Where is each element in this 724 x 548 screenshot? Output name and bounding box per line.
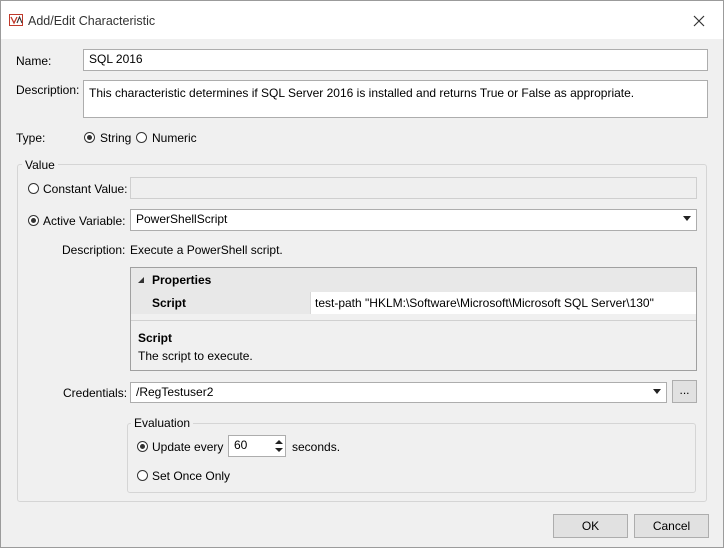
collapse-triangle-icon[interactable] xyxy=(137,276,145,284)
update-every-radio[interactable] xyxy=(137,441,148,452)
browse-credentials-button[interactable]: ... xyxy=(672,380,697,403)
stepper-arrows-icon[interactable] xyxy=(275,439,283,453)
name-input[interactable]: SQL 2016 xyxy=(83,49,708,71)
help-title: Script xyxy=(138,331,173,345)
chevron-down-icon xyxy=(683,216,691,221)
chevron-down-icon xyxy=(653,389,661,394)
active-variable-radio[interactable] xyxy=(28,215,39,226)
interval-value: 60 xyxy=(234,438,248,452)
ok-button[interactable]: OK xyxy=(553,514,628,538)
variable-description-label: Description: xyxy=(62,243,126,257)
type-numeric-label: Numeric xyxy=(152,131,197,145)
app-icon xyxy=(9,14,23,26)
update-every-label: Update every xyxy=(152,440,224,454)
seconds-label: seconds. xyxy=(292,440,341,454)
property-row-script[interactable]: Script test-path "HKLM:\Software\Microso… xyxy=(131,292,696,314)
active-variable-value: PowerShellScript xyxy=(136,212,228,226)
property-category-label: Properties xyxy=(152,273,212,287)
cancel-button[interactable]: Cancel xyxy=(634,514,709,538)
constant-value-radio[interactable] xyxy=(28,183,39,194)
description-input[interactable]: This characteristic determines if SQL Se… xyxy=(83,80,708,118)
active-variable-label: Active Variable: xyxy=(43,214,126,228)
credentials-select[interactable]: /RegTestuser2 xyxy=(130,382,667,403)
set-once-radio[interactable] xyxy=(137,470,148,481)
help-text: The script to execute. xyxy=(138,349,253,363)
value-legend: Value xyxy=(22,158,58,172)
type-string-radio[interactable] xyxy=(84,132,95,143)
property-grid[interactable]: Properties Script test-path "HKLM:\Softw… xyxy=(130,267,697,371)
title-bar[interactable]: Add/Edit Characteristic xyxy=(1,1,723,39)
credentials-label: Credentials: xyxy=(63,386,128,400)
evaluation-legend: Evaluation xyxy=(131,416,194,430)
help-divider xyxy=(131,320,696,321)
interval-stepper[interactable]: 60 xyxy=(228,435,286,457)
name-label: Name: xyxy=(16,54,52,68)
close-icon[interactable] xyxy=(689,11,709,31)
type-label: Type: xyxy=(16,131,46,145)
constant-value-input[interactable] xyxy=(130,177,697,199)
dialog-window: Add/Edit Characteristic Name: SQL 2016 D… xyxy=(0,0,724,548)
property-name: Script xyxy=(152,296,187,310)
constant-value-label: Constant Value: xyxy=(43,182,128,196)
property-value[interactable]: test-path "HKLM:\Software\Microsoft\Micr… xyxy=(315,296,654,310)
property-category-row[interactable]: Properties xyxy=(131,268,696,292)
description-label: Description: xyxy=(16,83,80,97)
credentials-value: /RegTestuser2 xyxy=(136,385,214,399)
type-string-label: String xyxy=(100,131,132,145)
type-numeric-radio[interactable] xyxy=(136,132,147,143)
variable-description-text: Execute a PowerShell script. xyxy=(130,243,283,257)
window-title: Add/Edit Characteristic xyxy=(28,14,156,28)
active-variable-select[interactable]: PowerShellScript xyxy=(130,209,697,231)
set-once-label: Set Once Only xyxy=(152,469,231,483)
